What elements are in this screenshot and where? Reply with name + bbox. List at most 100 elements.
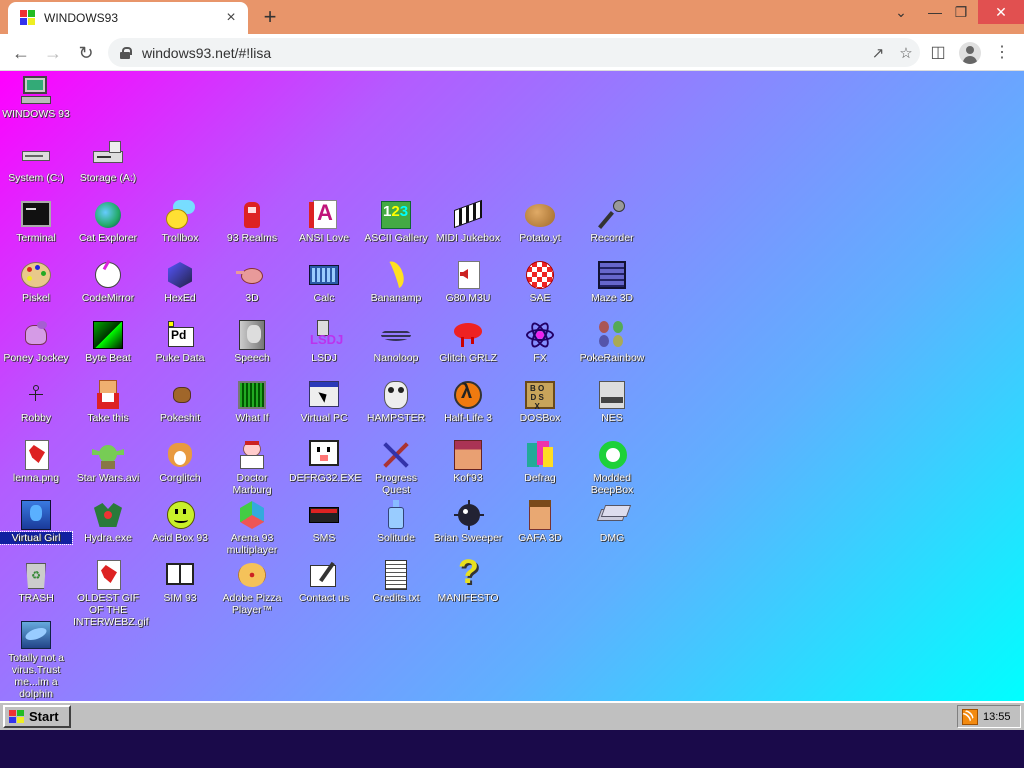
menu-kebab-icon[interactable]: ⋮ [989, 40, 1015, 66]
desktop-icon-cat-explorer[interactable]: Cat Explorer [72, 199, 144, 244]
restore-button[interactable]: ❐ [944, 0, 978, 24]
desktop-icon-dolphin[interactable]: Totally not a virus.Trust me...im a dolp… [0, 619, 72, 700]
pony-icon [19, 319, 53, 351]
desktop-icon-sms[interactable]: SMS [288, 499, 360, 544]
trash-icon: ♻ [19, 559, 53, 591]
address-bar[interactable]: windows93.net/#!lisa ↗ ☆ [108, 38, 920, 67]
desktop-icon-pokeshit[interactable]: Pokeshit [144, 379, 216, 424]
realms-icon [235, 199, 269, 231]
desktop-icon-defrag[interactable]: Defrag [504, 439, 576, 484]
desktop-icon-gafa-3d[interactable]: GAFA 3D [504, 499, 576, 544]
desktop-icon-recorder[interactable]: Recorder [576, 199, 648, 244]
new-tab-button[interactable]: + [258, 6, 282, 30]
desktop-icon-potato-yt[interactable]: Potato.yt [504, 199, 576, 244]
desktop-icon-trash[interactable]: ♻ TRASH [0, 559, 72, 604]
desktop-icon-midi-jukebox[interactable]: MIDI Jukebox [432, 199, 504, 244]
desktop-icon-lsdj[interactable]: LSDJ LSDJ [288, 319, 360, 364]
desktop-icon-virtual-pc[interactable]: Virtual PC [288, 379, 360, 424]
piano-keys-icon [451, 199, 485, 231]
desktop-icon-ascii-gallery[interactable]: 123 ASCII Gallery [360, 199, 432, 244]
desktop-icon-pokerainbow[interactable]: PokeRainbow [576, 319, 648, 364]
desktop-icon-virtual-girl[interactable]: Virtual Girl [0, 499, 73, 545]
audio-file-icon [451, 259, 485, 291]
desktop-icon-dosbox[interactable]: B OD SX DOSBox [504, 379, 576, 424]
mine-icon [451, 499, 485, 531]
desktop-icon-hydra[interactable]: Hydra.exe [72, 499, 144, 544]
pizza-icon [235, 559, 269, 591]
gameboy-icon: LSDJ [307, 319, 343, 351]
warrior-icon [91, 379, 125, 411]
desktop-icon-trollbox[interactable]: Trollbox [144, 199, 216, 244]
desktop-icon-windows93[interactable]: WINDOWS 93 [0, 75, 72, 120]
desktop-icon-adobe-pizza[interactable]: Adobe Pizza Player™ [216, 559, 288, 616]
desktop-icon-star-wars[interactable]: Star Wars.avi [72, 439, 144, 484]
tab-close-icon[interactable]: × [222, 9, 240, 27]
cash-icon [595, 499, 632, 531]
desktop-icon-dmg[interactable]: DMG [576, 499, 648, 544]
desktop-icon-glitch-grlz[interactable]: Glitch GRLZ [432, 319, 504, 364]
desktop-icon-fx[interactable]: FX [504, 319, 576, 364]
desktop-icon-hexed[interactable]: HexEd [144, 259, 216, 304]
desktop-icon-robby[interactable]: Robby [0, 379, 72, 424]
reload-icon[interactable]: ↻ [73, 40, 99, 66]
desktop-icon-bananamp[interactable]: Bananamp [360, 258, 432, 304]
desktop-icon-credits-txt[interactable]: Credits.txt [360, 559, 432, 604]
bytebeat-icon [91, 319, 125, 351]
globe-cat-icon [91, 199, 125, 231]
desktop-icon-byte-beat[interactable]: Byte Beat [72, 319, 144, 364]
desktop-icon-half-life-3[interactable]: λ Half-Life 3 [432, 379, 504, 424]
desktop-icon-defrg32[interactable]: DEFRG32.EXE [288, 439, 361, 484]
desktop-icon-nes[interactable]: NES [576, 379, 648, 424]
desktop-icon-manifesto[interactable]: ? MANIFESTO [432, 555, 504, 604]
desktop-icon-brian-sweeper[interactable]: Brian Sweeper [432, 499, 504, 544]
browser-tab[interactable]: WINDOWS93 × [8, 2, 248, 34]
desktop-icon-poney-jockey[interactable]: Poney Jockey [0, 319, 72, 364]
side-panel-icon[interactable]: ◫ [925, 40, 951, 66]
desktop-icon-hampster[interactable]: HAMPSTER [360, 379, 432, 424]
desktop-icon-puke-data[interactable]: Pd Puke Data [144, 319, 216, 364]
desktop-icon-speech[interactable]: Speech [216, 319, 288, 364]
profile-avatar-icon[interactable] [959, 42, 981, 64]
desktop-icon-3d[interactable]: 3D [216, 259, 288, 304]
desktop-icon-acid-box-93[interactable]: Acid Box 93 [144, 499, 216, 544]
desktop-icon-progress-quest[interactable]: Progress Quest [360, 439, 432, 496]
desktop-icon-ansi-love[interactable]: A ANSI Love [288, 199, 360, 244]
desktop-icon-doctor-marburg[interactable]: Doctor Marburg [216, 439, 288, 496]
desktop-icon-contact-us[interactable]: Contact us [288, 559, 360, 604]
desktop-icon-maze-3d[interactable]: Maze 3D [576, 259, 648, 304]
back-arrow-icon[interactable]: ← [8, 40, 34, 66]
desktop-icon-g80-m3u[interactable]: G80.M3U [432, 259, 504, 304]
desktop-icon-what-if[interactable]: What If [216, 379, 288, 424]
desktop-icon-storage-a[interactable]: Storage (A:) [72, 139, 144, 184]
desktop-icon-modded-beepbox[interactable]: Modded BeepBox [576, 439, 648, 496]
desktop-icon-terminal[interactable]: Terminal [0, 199, 72, 244]
start-button[interactable]: Start [3, 705, 71, 728]
desktop-icon-sim-93[interactable]: SIM 93 [144, 559, 216, 604]
desktop-icon-kof93[interactable]: Kof'93 [432, 439, 504, 484]
desktop-icon-solitude[interactable]: Solitude [360, 499, 432, 544]
tab-search-chevron-icon[interactable]: ⌄ [884, 0, 918, 24]
computer-icon [19, 75, 53, 107]
desktop-icon-oldest-gif[interactable]: OLDEST GIF OF THE INTERWEBZ.gif [72, 559, 149, 628]
lock-icon[interactable] [120, 46, 132, 59]
desktop-icon-93-realms[interactable]: 93 Realms [216, 199, 288, 244]
desktop-icon-arena-93[interactable]: Arena 93 multiplayer [216, 499, 288, 556]
desktop-icon-system-c[interactable]: System (C:) [0, 139, 72, 184]
window-cursor-icon [307, 379, 341, 411]
close-window-button[interactable]: ✕ [978, 0, 1024, 24]
url-text[interactable]: windows93.net/#!lisa [142, 45, 864, 61]
desktop-icon-sae[interactable]: SAE [504, 259, 576, 304]
desktop-icon-calc[interactable]: Calc [288, 259, 360, 304]
wave-icon [379, 319, 413, 351]
windows93-desktop[interactable]: WINDOWS 93 System (C:) Storage (A:) Term… [0, 71, 1024, 701]
desktop-icon-piskel[interactable]: Piskel [0, 259, 72, 304]
desktop-icon-corglitch[interactable]: Corglitch [144, 439, 216, 484]
share-icon[interactable]: ↗ [864, 44, 892, 62]
desktop-icon-take-this[interactable]: Take this [72, 379, 144, 424]
desktop-icon-nanoloop[interactable]: Nanoloop [360, 319, 432, 364]
bookmark-star-icon[interactable]: ☆ [892, 44, 920, 62]
desktop-icon-lenna-png[interactable]: lenna.png [0, 439, 72, 484]
desktop-icon-codemirror[interactable]: CodeMirror [72, 259, 144, 304]
rss-feed-icon[interactable] [962, 708, 978, 725]
forward-arrow-icon[interactable]: → [40, 40, 66, 66]
